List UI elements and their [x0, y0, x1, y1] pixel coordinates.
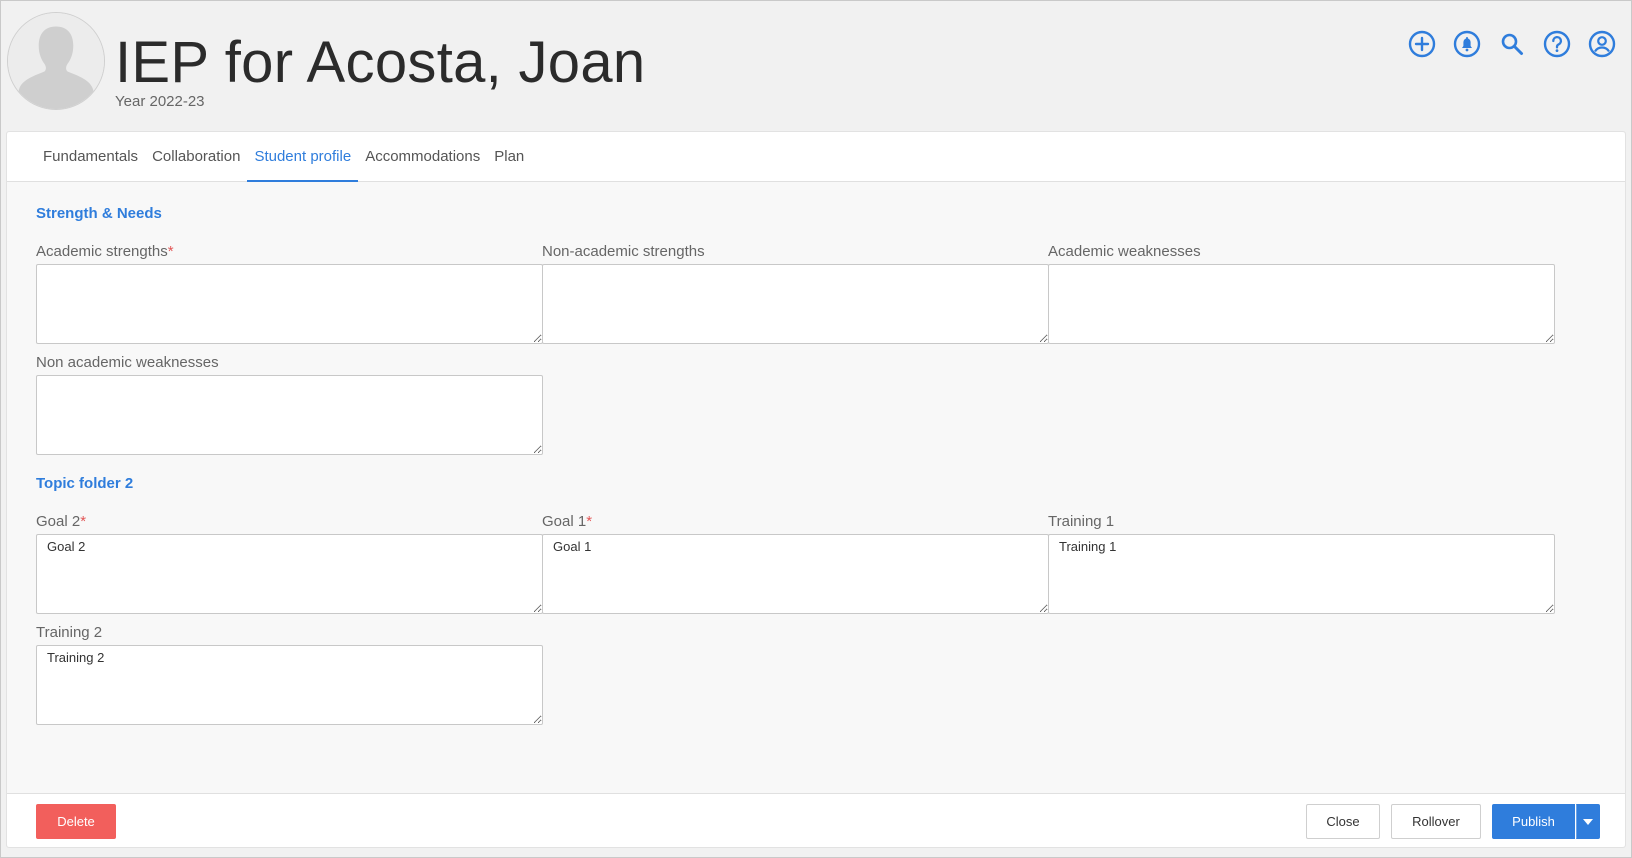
goal-1-input[interactable]: Goal 1: [542, 534, 1049, 614]
non-academic-strengths-input[interactable]: [542, 264, 1049, 344]
app-window: IEP for Acosta, Joan Year 2022-23 Fundam…: [0, 0, 1632, 858]
field-academic-weaknesses: Academic weaknesses: [1048, 242, 1555, 344]
non-academic-weaknesses-input[interactable]: [36, 375, 543, 455]
close-button[interactable]: Close: [1306, 804, 1380, 839]
tab-collaboration[interactable]: Collaboration: [145, 132, 247, 182]
tab-student-profile[interactable]: Student profile: [247, 132, 359, 182]
academic-strengths-input[interactable]: [36, 264, 543, 344]
search-icon[interactable]: [1497, 29, 1527, 59]
account-icon[interactable]: [1587, 29, 1617, 59]
field-academic-strengths: Academic strengths*: [36, 242, 543, 344]
publish-options-button[interactable]: [1576, 804, 1600, 839]
delete-button[interactable]: Delete: [36, 804, 116, 839]
field-label: Goal 2*: [36, 513, 87, 530]
field-label: Training 2: [36, 624, 103, 641]
academic-weaknesses-input[interactable]: [1048, 264, 1555, 344]
required-marker: *: [80, 513, 87, 530]
field-non-academic-weaknesses: Non academic weaknesses: [36, 353, 543, 455]
section-title-topic-folder-2: Topic folder 2: [36, 475, 134, 492]
add-circle-icon[interactable]: [1407, 29, 1437, 59]
field-label: Goal 1*: [542, 513, 593, 530]
form-footer: Delete Close Rollover Publish: [7, 793, 1625, 847]
tab-bar: Fundamentals Collaboration Student profi…: [7, 132, 1625, 182]
field-label: Academic weaknesses: [1048, 243, 1201, 260]
person-silhouette-icon: [8, 13, 104, 109]
field-non-academic-strengths: Non-academic strengths: [542, 242, 1049, 344]
field-label: Non academic weaknesses: [36, 354, 219, 371]
avatar: [7, 12, 105, 110]
required-marker: *: [586, 513, 593, 530]
field-training-2: Training 2 Training 2: [36, 623, 543, 725]
field-goal-2: Goal 2* Goal 2: [36, 512, 543, 614]
goal-2-input[interactable]: Goal 2: [36, 534, 543, 614]
iep-form-card: Fundamentals Collaboration Student profi…: [6, 131, 1626, 848]
tab-fundamentals[interactable]: Fundamentals: [36, 132, 145, 182]
field-label: Non-academic strengths: [542, 243, 705, 260]
page-subtitle: Year 2022-23: [115, 93, 205, 110]
field-goal-1: Goal 1* Goal 1: [542, 512, 1049, 614]
rollover-button[interactable]: Rollover: [1391, 804, 1481, 839]
training-1-input[interactable]: Training 1: [1048, 534, 1555, 614]
header-toolbar: [1407, 29, 1617, 59]
help-icon[interactable]: [1542, 29, 1572, 59]
training-2-input[interactable]: Training 2: [36, 645, 543, 725]
required-marker: *: [167, 243, 174, 260]
bell-icon[interactable]: [1452, 29, 1482, 59]
publish-button[interactable]: Publish: [1492, 804, 1575, 839]
tab-plan[interactable]: Plan: [487, 132, 531, 182]
field-training-1: Training 1 Training 1: [1048, 512, 1555, 614]
tab-accommodations[interactable]: Accommodations: [358, 132, 487, 182]
caret-down-icon: [1583, 818, 1593, 825]
field-label: Training 1: [1048, 513, 1115, 530]
section-title-strength-needs: Strength & Needs: [36, 205, 162, 222]
field-label: Academic strengths*: [36, 243, 174, 260]
